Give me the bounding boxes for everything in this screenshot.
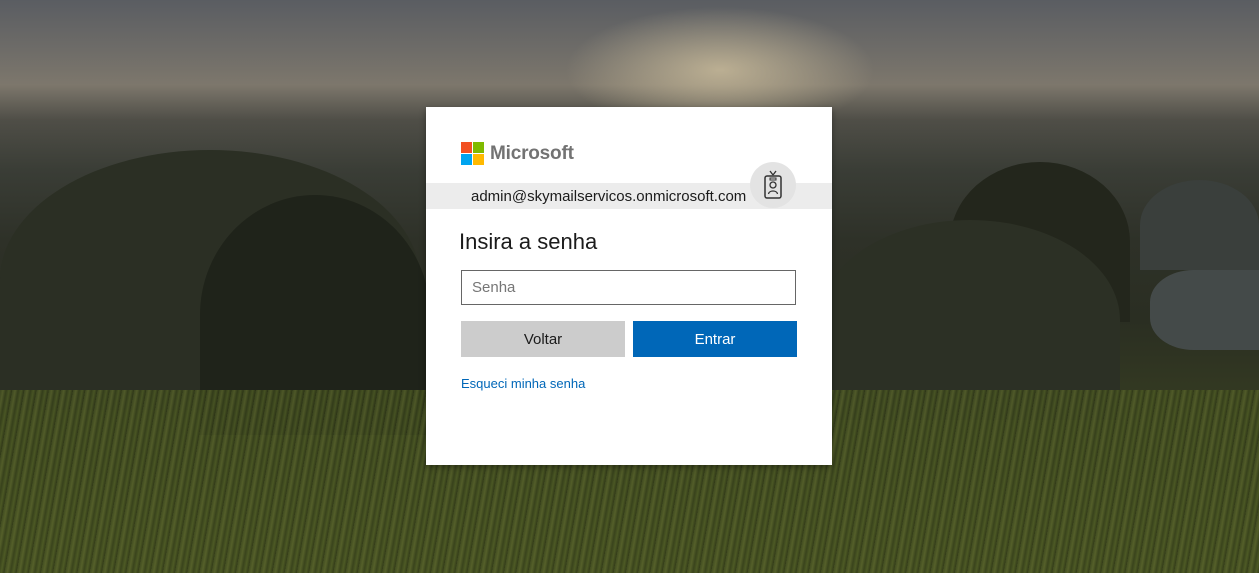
brand-name: Microsoft — [490, 142, 574, 164]
page-title: Insira a senha — [459, 229, 598, 254]
back-button[interactable]: Voltar — [461, 321, 625, 357]
account-email: admin@skymailservicos.onmicrosoft.com — [471, 188, 747, 205]
microsoft-logo-icon — [461, 142, 484, 165]
logo-square-blue — [461, 154, 472, 165]
logo-square-green — [473, 142, 484, 153]
microsoft-logo: Microsoft — [461, 142, 574, 165]
signin-button[interactable]: Entrar — [633, 321, 797, 357]
signin-dialog: Microsoft admin@skymailservicos.onmicros… — [426, 107, 832, 465]
background-water — [1150, 270, 1259, 350]
id-badge-icon-svg — [764, 170, 782, 199]
password-field[interactable] — [461, 270, 796, 305]
forgot-password-link[interactable]: Esqueci minha senha — [461, 376, 585, 391]
logo-square-yellow — [473, 154, 484, 165]
background-hill — [1140, 180, 1259, 270]
id-badge-icon — [750, 162, 796, 208]
logo-square-red — [461, 142, 472, 153]
